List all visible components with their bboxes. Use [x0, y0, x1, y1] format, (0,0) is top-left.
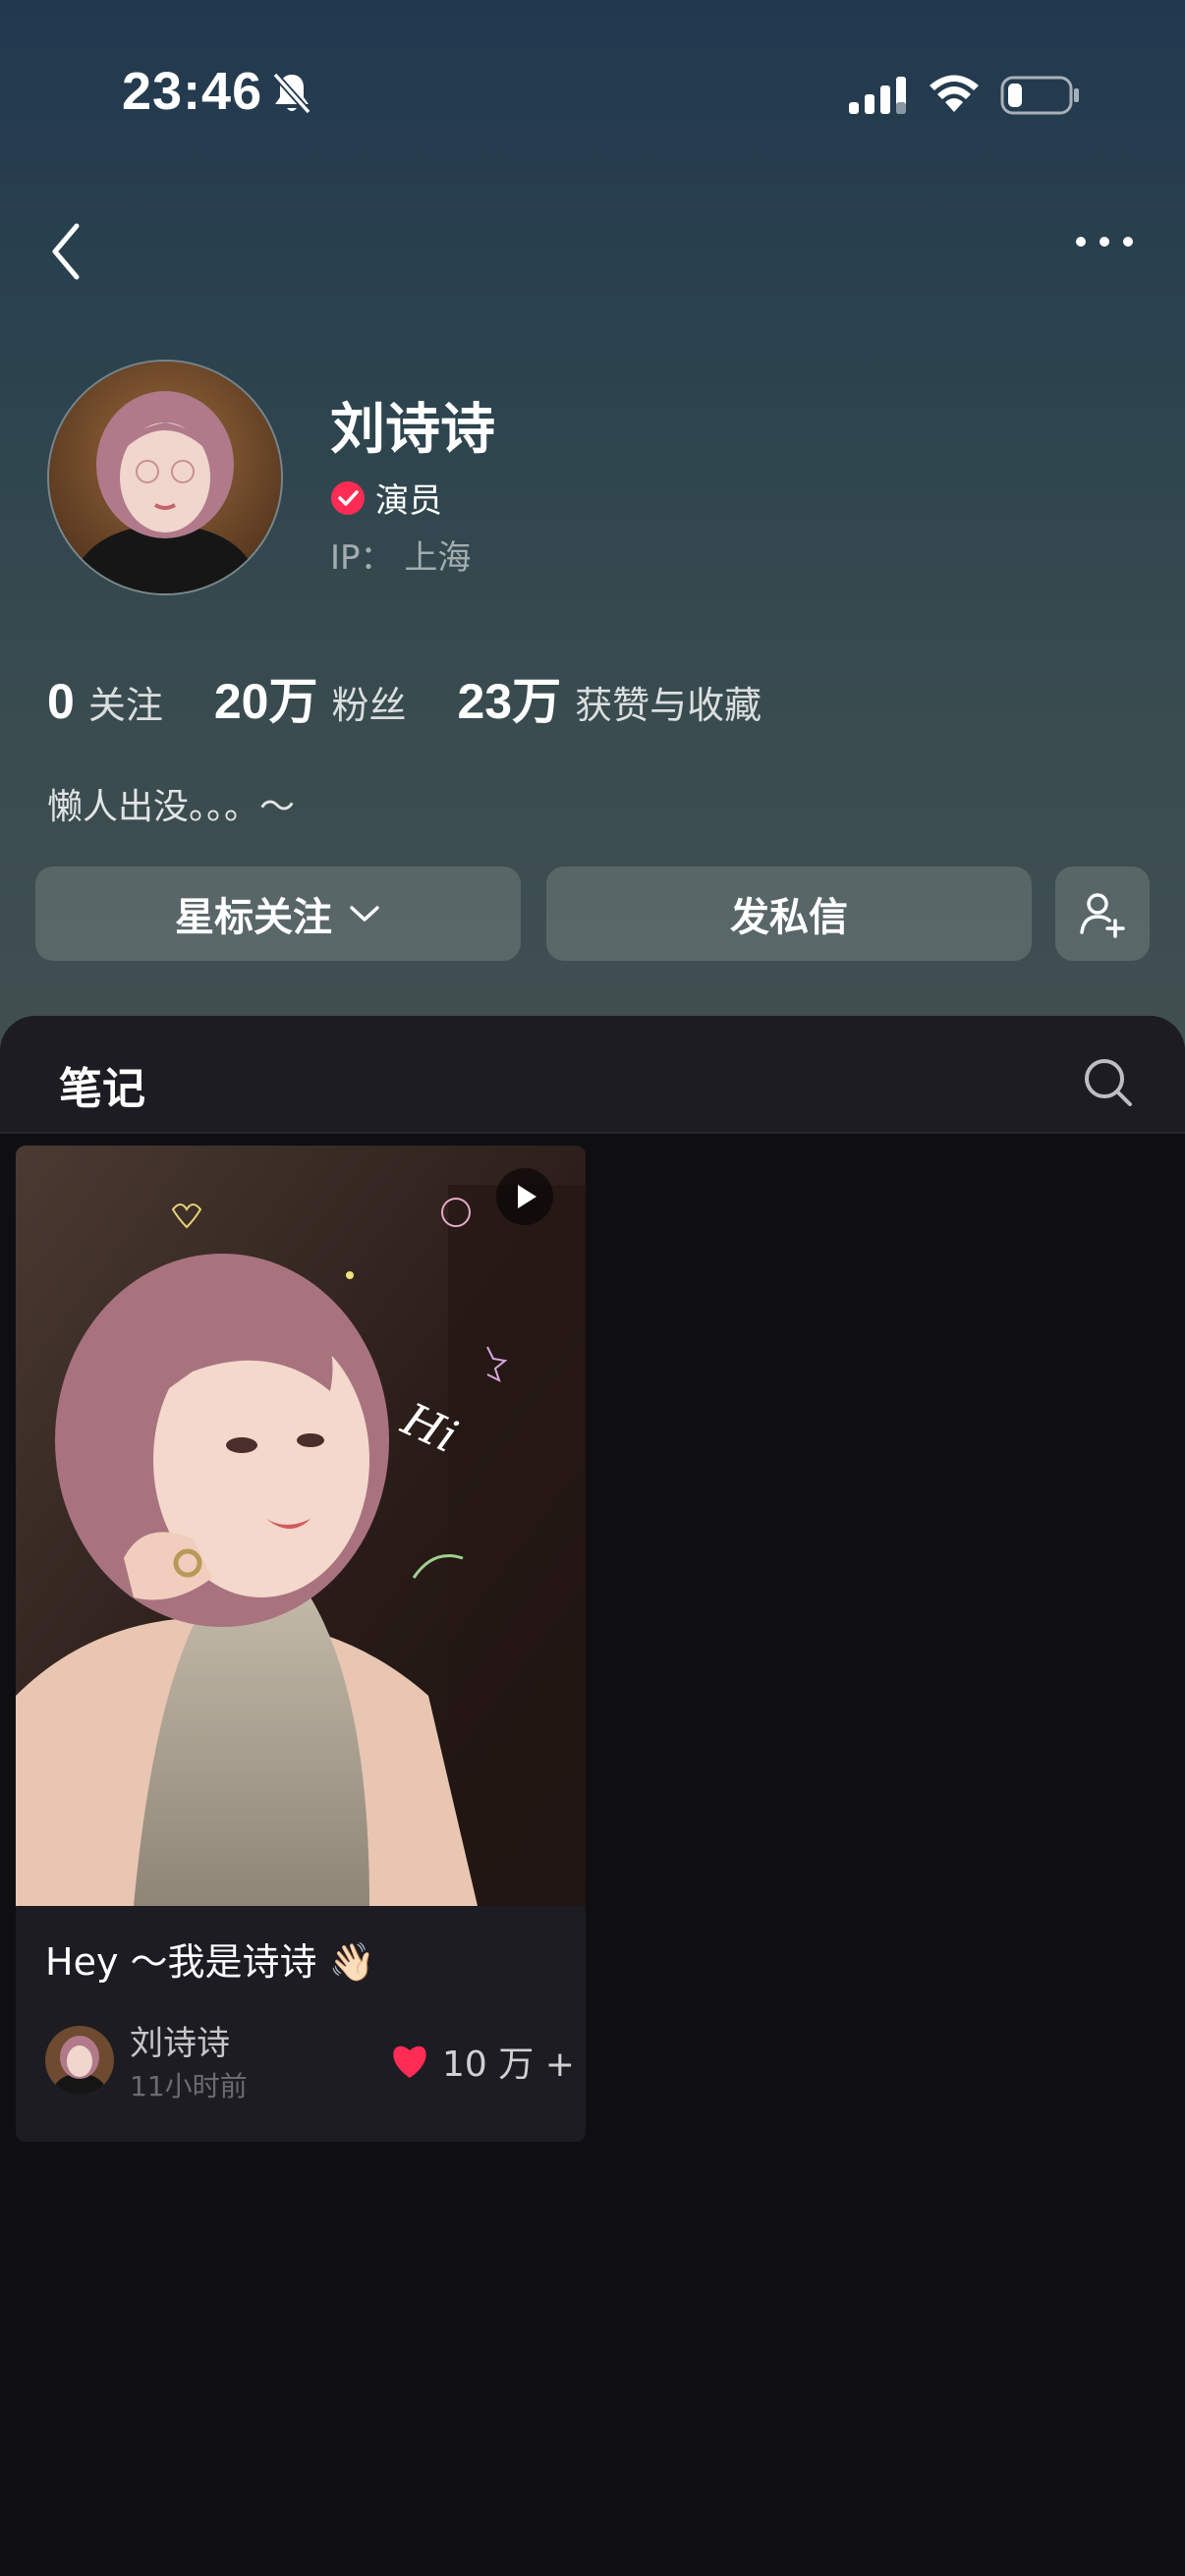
chevron-down-icon	[350, 906, 379, 922]
send-message-label: 发私信	[730, 895, 848, 940]
bell-muted-icon	[272, 72, 311, 115]
stat-label: 关注	[87, 684, 163, 727]
tab-bar: 笔记	[0, 1016, 1185, 1134]
wifi-icon	[930, 75, 979, 112]
ip-location: IP： 上海	[330, 538, 472, 578]
status-time: 23:46	[122, 62, 263, 121]
note-cover-image[interactable]: Hi	[16, 1146, 586, 1906]
profile-avatar[interactable]	[47, 360, 283, 595]
stat-value: 0	[47, 674, 75, 729]
search-icon[interactable]	[1083, 1057, 1134, 1108]
post-time: 11小时前	[130, 2070, 248, 2102]
stat-following[interactable]: 0 关注	[47, 673, 163, 730]
back-arrow-icon[interactable]	[49, 222, 83, 281]
more-options-icon[interactable]	[1075, 236, 1134, 248]
star-follow-label: 星标关注	[175, 895, 332, 940]
add-friend-button[interactable]	[1055, 867, 1150, 961]
verified-check-icon	[331, 480, 365, 515]
like-count: 10 万 +	[442, 2044, 575, 2085]
stat-label: 粉丝	[331, 684, 407, 727]
cellular-signal-icon	[849, 77, 906, 114]
profile-bio: 懒人出没。。。～	[47, 787, 296, 827]
add-user-icon	[1080, 893, 1125, 938]
stat-value: 23万	[457, 674, 562, 729]
tab-notes[interactable]: 笔记	[59, 1053, 145, 1116]
stat-likes-collections[interactable]: 23万 获赞与收藏	[457, 662, 762, 733]
profile-header: 23:46 刘诗诗 演员 IP： 上海 0 关注 20万 粉丝 23万 获赞与收…	[0, 0, 1185, 1061]
heart-icon	[393, 2045, 426, 2078]
content-panel: 笔记 Hi Hey ～我是诗诗 👋🏻 刘诗诗 11小时前 10 万 +	[0, 1016, 1185, 2576]
author-avatar[interactable]	[45, 2026, 114, 2095]
profile-name: 刘诗诗	[330, 398, 495, 462]
battery-icon	[1000, 76, 1079, 115]
video-play-icon	[496, 1168, 553, 1225]
send-message-button[interactable]: 发私信	[546, 867, 1032, 961]
like-button[interactable]: 10 万 +	[389, 2036, 575, 2087]
verified-label: 演员	[375, 481, 442, 521]
stat-followers[interactable]: 20万 粉丝	[214, 662, 407, 733]
verified-badge: 演员	[330, 474, 442, 522]
stat-label: 获赞与收藏	[575, 684, 762, 727]
author-name[interactable]: 刘诗诗	[130, 2016, 230, 2064]
note-card[interactable]: Hi Hey ～我是诗诗 👋🏻 刘诗诗 11小时前 10 万 +	[16, 1146, 586, 2142]
note-title[interactable]: Hey ～我是诗诗 👋🏻	[45, 1932, 375, 1986]
stat-value: 20万	[213, 674, 318, 729]
star-follow-button[interactable]: 星标关注	[35, 867, 521, 961]
stats-row: 0 关注 20万 粉丝 23万 获赞与收藏	[47, 662, 813, 733]
